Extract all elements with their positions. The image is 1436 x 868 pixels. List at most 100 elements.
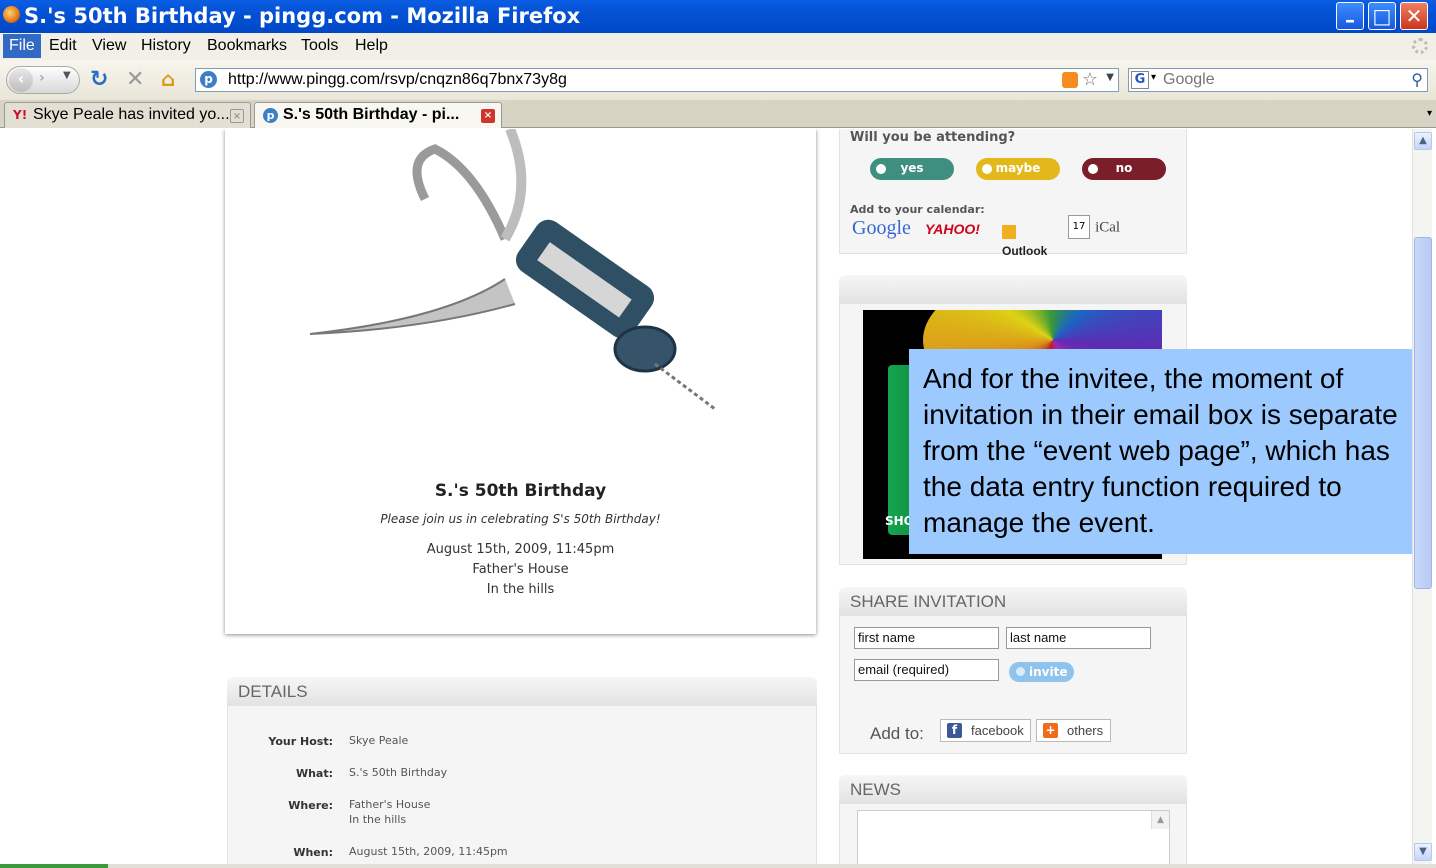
news-heading: NEWS <box>850 780 901 799</box>
back-forward-group: ‹ › ▼ <box>6 66 80 94</box>
menu-edit[interactable]: Edit <box>47 37 79 55</box>
detail-label-where: Where: <box>288 799 333 812</box>
status-bar <box>0 864 1436 868</box>
radio-dot-icon <box>1016 667 1025 676</box>
site-favicon-icon: p <box>200 71 217 88</box>
corkscrew-image <box>309 129 716 411</box>
page-scrollbar[interactable]: ▲ ▼ <box>1412 129 1432 864</box>
ical-calendar-link[interactable]: 17 iCal <box>1068 215 1138 241</box>
yahoo-calendar-link[interactable]: YAHOO! <box>925 221 980 247</box>
plus-icon: + <box>1043 723 1058 738</box>
detail-value-host: Skye Peale <box>349 734 409 747</box>
tab-yahoo-invite[interactable]: Y! Skye Peale has invited yo... × <box>4 102 251 128</box>
detail-value-where-2: In the hills <box>349 813 407 826</box>
outlook-label: Outlook <box>1002 244 1048 258</box>
event-subtitle: Please join us in celebrating S's 50th B… <box>380 512 661 526</box>
tab-label: Skye Peale has invited yo... <box>33 106 230 123</box>
detail-label-what: What: <box>295 767 333 780</box>
rss-feed-icon[interactable] <box>1062 72 1078 88</box>
activity-throbber-icon <box>1412 38 1428 54</box>
page-content: S.'s 50th Birthday Please join us in cel… <box>0 129 1412 864</box>
detail-value-where: Father's House <box>349 798 431 811</box>
reload-icon[interactable]: ↻ <box>90 67 108 92</box>
menu-tools[interactable]: Tools <box>299 37 340 55</box>
tab-close-icon[interactable]: × <box>481 109 495 123</box>
google-calendar-link[interactable]: Google <box>852 217 911 243</box>
email-input[interactable]: email (required) <box>854 659 999 681</box>
ical-label: iCal <box>1095 219 1121 236</box>
scroll-up-icon[interactable]: ▲ <box>1151 811 1169 829</box>
menu-file[interactable]: File <box>3 34 41 58</box>
news-panel-header: NEWS <box>839 775 1187 803</box>
ad-panel-header <box>839 275 1187 303</box>
calendar-label: Add to your calendar: <box>850 203 985 216</box>
detail-label-when: When: <box>293 846 333 859</box>
search-input[interactable] <box>1163 70 1403 90</box>
back-button[interactable]: ‹ <box>9 68 33 92</box>
event-area: In the hills <box>486 582 555 597</box>
tab-label: S.'s 50th Birthday - pi... <box>283 106 460 123</box>
rsvp-maybe-label: maybe <box>995 161 1041 175</box>
outlook-calendar-link[interactable]: Outlook <box>1002 221 1066 258</box>
share-panel-header: SHARE INVITATION <box>839 587 1187 615</box>
search-bar[interactable]: G ▾ ⚲ <box>1128 68 1428 92</box>
bookmark-star-icon[interactable]: ☆ <box>1082 69 1098 90</box>
facebook-icon: f <box>947 723 962 738</box>
forward-button[interactable]: › <box>39 70 45 86</box>
annotation-text: And for the invitee, the moment of invit… <box>923 363 1398 538</box>
rsvp-no-label: no <box>1115 161 1133 175</box>
close-window-button[interactable]: ✕ <box>1400 2 1428 30</box>
event-place: Father's House <box>472 562 569 577</box>
home-icon[interactable]: ⌂ <box>161 67 175 91</box>
details-heading: DETAILS <box>238 682 308 701</box>
outlook-icon <box>1002 224 1016 239</box>
minimize-button[interactable]: – <box>1336 2 1364 32</box>
google-engine-icon[interactable]: G <box>1131 71 1149 89</box>
rsvp-maybe-button[interactable]: maybe <box>976 158 1060 180</box>
window-titlebar: S.'s 50th Birthday - pingg.com - Mozilla… <box>0 0 1436 33</box>
event-date: August 15th, 2009, 11:45pm <box>426 542 615 557</box>
window-title: S.'s 50th Birthday - pingg.com - Mozilla… <box>24 4 581 28</box>
add-to-label: Add to: <box>870 724 924 743</box>
stop-icon[interactable]: ✕ <box>126 67 144 92</box>
invite-label: invite <box>1029 665 1068 679</box>
search-magnifier-icon[interactable]: ⚲ <box>1411 70 1423 89</box>
menu-help[interactable]: Help <box>353 37 390 55</box>
scroll-up-button[interactable]: ▲ <box>1414 132 1432 150</box>
facebook-label: facebook <box>971 723 1024 738</box>
menu-view[interactable]: View <box>90 37 128 55</box>
list-all-tabs-icon[interactable]: ▾ <box>1427 108 1432 119</box>
address-dropdown-icon[interactable]: ▼ <box>1106 72 1114 83</box>
first-name-input[interactable]: first name <box>854 627 999 649</box>
yahoo-favicon-icon: Y! <box>13 108 28 122</box>
last-name-input[interactable]: last name <box>1006 627 1151 649</box>
invitation-card: S.'s 50th Birthday Please join us in cel… <box>225 129 816 634</box>
news-textarea[interactable]: ▲ <box>857 810 1170 864</box>
others-label: others <box>1067 723 1104 738</box>
scroll-down-button[interactable]: ▼ <box>1414 843 1432 861</box>
facebook-share-button[interactable]: f facebook <box>940 719 1031 742</box>
address-url[interactable]: http://www.pingg.com/rsvp/cnqzn86q7bnx73… <box>228 71 567 89</box>
tab-pingg-event[interactable]: p S.'s 50th Birthday - pi... × <box>254 102 502 128</box>
menu-bookmarks[interactable]: Bookmarks <box>205 37 289 55</box>
tab-close-icon[interactable]: × <box>230 109 244 123</box>
annotation-callout: And for the invitee, the moment of invit… <box>909 349 1412 554</box>
rsvp-no-button[interactable]: no <box>1082 158 1166 180</box>
others-share-button[interactable]: + others <box>1036 719 1111 742</box>
pingg-favicon-icon: p <box>263 108 278 123</box>
tab-bar: Y! Skye Peale has invited yo... × p S.'s… <box>0 100 1436 128</box>
ical-icon: 17 <box>1068 215 1090 239</box>
maximize-button[interactable]: □ <box>1368 2 1396 30</box>
menu-history[interactable]: History <box>139 37 193 55</box>
start-button-edge <box>0 864 108 868</box>
history-dropdown-icon[interactable]: ▼ <box>63 70 71 81</box>
event-title: S.'s 50th Birthday <box>434 481 607 501</box>
detail-label-host: Your Host: <box>268 735 333 748</box>
scrollbar-thumb[interactable] <box>1414 237 1432 589</box>
invite-button[interactable]: invite <box>1009 662 1074 682</box>
rsvp-yes-button[interactable]: yes <box>870 158 954 180</box>
detail-value-what: S.'s 50th Birthday <box>349 766 448 779</box>
engine-dropdown-icon[interactable]: ▾ <box>1151 72 1156 83</box>
rsvp-yes-label: yes <box>900 161 924 175</box>
address-bar[interactable]: p http://www.pingg.com/rsvp/cnqzn86q7bnx… <box>195 68 1119 92</box>
